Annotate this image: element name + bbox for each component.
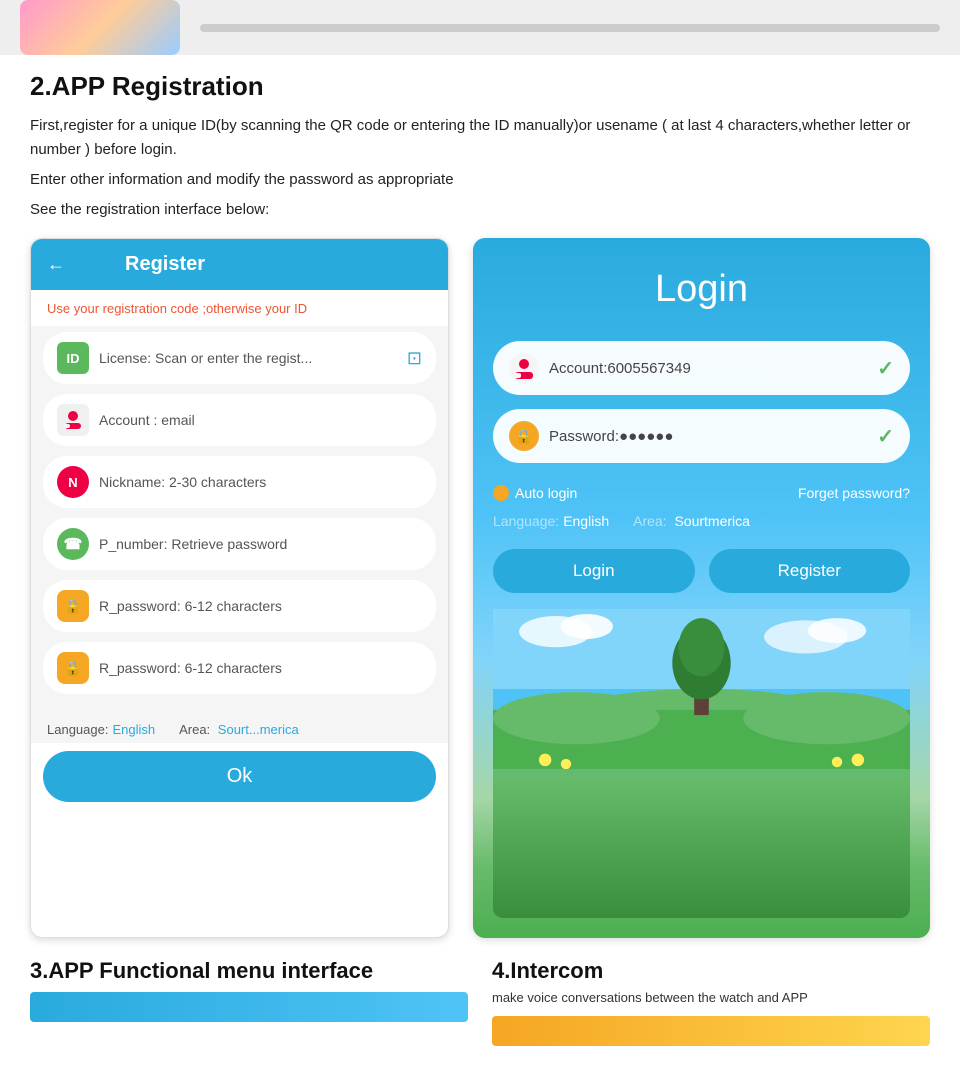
phone-text: P_number: Retrieve password: [99, 536, 287, 552]
login-password-label: Password:: [549, 428, 619, 445]
account-text: Account : email: [99, 412, 195, 428]
license-text: License: Scan or enter the regist...: [99, 350, 312, 366]
register-language-value[interactable]: English: [112, 722, 155, 737]
section3-preview: [30, 992, 468, 1022]
account-icon: [57, 404, 89, 436]
section4-block: 4.Intercom make voice conversations betw…: [492, 958, 930, 1046]
screenshots-row: ← Register Use your registration code ;o…: [30, 238, 930, 938]
register-area-value[interactable]: Sourt...merica: [218, 722, 299, 737]
ok-button[interactable]: Ok: [43, 751, 436, 802]
section2-desc2: Enter other information and modify the p…: [30, 168, 930, 192]
login-buttons: Login Register: [493, 549, 910, 593]
section4-desc: make voice conversations between the wat…: [492, 988, 930, 1008]
banner-bar: [200, 24, 940, 32]
password1-icon: 🔒: [57, 590, 89, 622]
login-account-icon: [509, 353, 539, 383]
back-arrow-icon[interactable]: ←: [47, 254, 65, 275]
rpassword2-field[interactable]: 🔒 R_password: 6-12 characters: [43, 642, 436, 694]
scan-icon[interactable]: ⊡: [407, 348, 422, 369]
login-language-label: Language:: [493, 513, 559, 529]
section2-desc1: First,register for a unique ID(by scanni…: [30, 114, 930, 162]
login-language-row: Language: English Area: Sourtmerica: [493, 513, 910, 529]
register-fields: ID License: Scan or enter the regist... …: [31, 326, 448, 714]
register-screen: ← Register Use your registration code ;o…: [30, 238, 449, 938]
id-icon: ID: [57, 342, 89, 374]
nickname-text: Nickname: 2-30 characters: [99, 474, 266, 490]
login-title: Login: [655, 268, 748, 311]
register-area-section: Area: Sourt...merica: [179, 722, 299, 737]
phone-icon: ☎: [57, 528, 89, 560]
section2-desc3: See the registration interface below:: [30, 198, 930, 222]
login-account-check: ✓: [877, 356, 894, 381]
login-password-value: ●●●●●●: [619, 428, 673, 445]
register-footer: Language: English Area: Sourt...merica: [31, 714, 448, 743]
bottom-sections: 3.APP Functional menu interface 4.Interc…: [30, 958, 930, 1058]
license-field[interactable]: ID License: Scan or enter the regist... …: [43, 332, 436, 384]
auto-login-label[interactable]: Auto login: [515, 485, 577, 501]
register-title: Register: [125, 253, 205, 276]
nickname-icon: N: [57, 466, 89, 498]
nickname-field[interactable]: N Nickname: 2-30 characters: [43, 456, 436, 508]
rpassword2-text: R_password: 6-12 characters: [99, 660, 282, 676]
register-area-label: Area:: [179, 722, 210, 737]
login-account-field[interactable]: Account: 6005567349 ✓: [493, 341, 910, 395]
login-password-field[interactable]: 🔒 Password: ●●●●●● ✓: [493, 409, 910, 463]
login-area-label: Area:: [633, 513, 666, 529]
login-area-section: Area: Sourtmerica: [633, 513, 750, 529]
login-button[interactable]: Login: [493, 549, 695, 593]
register-button[interactable]: Register: [709, 549, 911, 593]
section3-title: 3.APP Functional menu interface: [30, 958, 468, 984]
register-warning: Use your registration code ;otherwise yo…: [31, 290, 448, 326]
section2-title: 2.APP Registration: [30, 71, 930, 102]
register-header: ← Register: [31, 239, 448, 290]
section3-block: 3.APP Functional menu interface: [30, 958, 468, 1046]
forget-password-link[interactable]: Forget password?: [798, 485, 910, 501]
login-password-icon: 🔒: [509, 421, 539, 451]
section4-title: 4.Intercom: [492, 958, 930, 984]
banner-image: [20, 0, 180, 55]
login-language-value[interactable]: English: [563, 513, 609, 529]
rpassword1-field[interactable]: 🔒 R_password: 6-12 characters: [43, 580, 436, 632]
register-language-label: Language:: [47, 722, 108, 737]
main-content: 2.APP Registration First,register for a …: [0, 55, 960, 1074]
top-banner: [0, 0, 960, 55]
section4-preview: [492, 1016, 930, 1046]
rpassword1-text: R_password: 6-12 characters: [99, 598, 282, 614]
landscape-background: [493, 609, 910, 918]
login-account-value: 6005567349: [607, 360, 690, 377]
login-options: Auto login Forget password?: [493, 485, 910, 501]
login-password-check: ✓: [877, 424, 894, 449]
auto-login-dot: [493, 485, 509, 501]
login-screen: Login Account: 6005567349 ✓ 🔒 Password:: [473, 238, 930, 938]
phone-field[interactable]: ☎ P_number: Retrieve password: [43, 518, 436, 570]
password2-icon: 🔒: [57, 652, 89, 684]
account-field[interactable]: Account : email: [43, 394, 436, 446]
login-account-label: Account:: [549, 360, 607, 377]
login-area-value[interactable]: Sourtmerica: [674, 513, 749, 529]
